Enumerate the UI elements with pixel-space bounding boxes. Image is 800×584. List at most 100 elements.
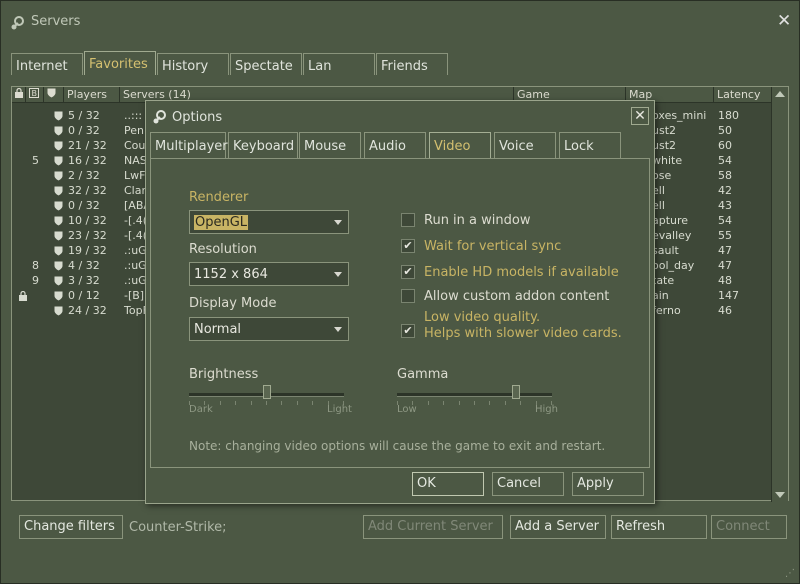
map-cell: sault bbox=[652, 244, 679, 257]
add-current-server-button[interactable]: Add Current Server bbox=[363, 515, 503, 539]
shield-icon bbox=[54, 216, 63, 226]
change-filters-button[interactable]: Change filters bbox=[19, 515, 123, 539]
tab-favorites[interactable]: Favorites bbox=[84, 51, 156, 75]
bot-column-header[interactable]: B bbox=[26, 87, 44, 103]
map-cell: evalley bbox=[652, 229, 692, 242]
tab-friends[interactable]: Friends bbox=[376, 53, 448, 75]
shield-icon bbox=[54, 306, 63, 316]
players-column-header[interactable]: Players bbox=[64, 87, 120, 103]
bot-count-cell: 9 bbox=[32, 274, 39, 287]
resolution-label: Resolution bbox=[189, 242, 257, 257]
shield-icon bbox=[54, 111, 63, 121]
hd-models-checkbox[interactable]: ✔ bbox=[401, 265, 415, 279]
server-name-cell: Cou bbox=[124, 139, 146, 152]
connect-button[interactable]: Connect bbox=[711, 515, 787, 539]
shield-icon bbox=[54, 291, 63, 301]
tab-video[interactable]: Video bbox=[429, 132, 491, 159]
latency-cell: 147 bbox=[718, 289, 739, 302]
gamma-min-label: Low bbox=[397, 404, 417, 415]
display-mode-select[interactable]: Normal bbox=[189, 317, 349, 341]
tab-history[interactable]: History bbox=[157, 53, 229, 75]
low-video-quality-checkbox[interactable]: ✔ bbox=[401, 324, 415, 338]
tab-keyboard[interactable]: Keyboard bbox=[228, 132, 298, 158]
refresh-button[interactable]: Refresh bbox=[611, 515, 707, 539]
slider-tick bbox=[220, 401, 221, 405]
gamma-slider[interactable] bbox=[397, 385, 552, 415]
chevron-down-icon bbox=[334, 220, 342, 225]
resolution-value: 1152 x 864 bbox=[194, 267, 268, 282]
resolution-select[interactable]: 1152 x 864 bbox=[189, 262, 349, 286]
run-in-window-checkbox[interactable] bbox=[401, 213, 415, 227]
tab-spectate[interactable]: Spectate bbox=[230, 53, 302, 75]
custom-addon-checkbox[interactable] bbox=[401, 289, 415, 303]
scroll-down-icon[interactable] bbox=[775, 492, 785, 498]
shield-icon bbox=[54, 156, 63, 166]
players-cell: 3 / 32 bbox=[68, 274, 100, 287]
map-cell: oxes_mini bbox=[652, 109, 707, 122]
brightness-label: Brightness bbox=[189, 367, 259, 382]
players-cell: 2 / 32 bbox=[68, 169, 100, 182]
latency-cell: 47 bbox=[718, 244, 732, 257]
players-cell: 10 / 32 bbox=[68, 214, 107, 227]
players-cell: 23 / 32 bbox=[68, 229, 107, 242]
latency-cell: 47 bbox=[718, 259, 732, 272]
lock-column-header[interactable] bbox=[12, 87, 26, 103]
tab-lan[interactable]: Lan bbox=[303, 53, 375, 75]
display-mode-label: Display Mode bbox=[189, 296, 277, 311]
steam-icon bbox=[153, 110, 166, 124]
players-cell: 0 / 12 bbox=[68, 289, 100, 302]
latency-cell: 55 bbox=[718, 229, 732, 242]
gamma-thumb[interactable] bbox=[512, 385, 520, 399]
apply-button[interactable]: Apply bbox=[572, 472, 644, 496]
tab-voice[interactable]: Voice bbox=[494, 132, 556, 158]
slider-tick bbox=[443, 401, 444, 405]
slider-tick bbox=[428, 401, 429, 405]
slider-tick bbox=[297, 401, 298, 405]
tab-audio[interactable]: Audio bbox=[364, 132, 426, 158]
scrollbar[interactable] bbox=[771, 87, 788, 502]
slider-tick bbox=[520, 401, 521, 405]
map-cell: apture bbox=[652, 214, 689, 227]
renderer-select[interactable]: OpenGL bbox=[189, 210, 349, 234]
shield-icon bbox=[54, 246, 63, 256]
map-cell: ust2 bbox=[652, 124, 677, 137]
latency-cell: 48 bbox=[718, 274, 732, 287]
latency-cell: 43 bbox=[718, 199, 732, 212]
tab-internet[interactable]: Internet bbox=[11, 53, 83, 75]
ok-button[interactable]: OK bbox=[412, 472, 484, 496]
slider-tick bbox=[251, 401, 252, 405]
map-cell: ferno bbox=[652, 304, 681, 317]
cancel-button[interactable]: Cancel bbox=[492, 472, 564, 496]
options-dialog: Options ✕ Multiplayer Keyboard Mouse Aud… bbox=[145, 100, 655, 504]
latency-column-header[interactable]: Latency bbox=[714, 87, 772, 103]
close-icon[interactable]: ✕ bbox=[777, 11, 791, 31]
renderer-value: OpenGL bbox=[194, 215, 249, 230]
tab-lock[interactable]: Lock bbox=[559, 132, 621, 158]
tab-mouse[interactable]: Mouse bbox=[299, 132, 361, 158]
vertical-sync-checkbox[interactable]: ✔ bbox=[401, 239, 415, 253]
latency-cell: 180 bbox=[718, 109, 739, 122]
custom-addon-label: Allow custom addon content bbox=[424, 289, 610, 304]
add-server-button[interactable]: Add a Server bbox=[510, 515, 606, 539]
latency-cell: 42 bbox=[718, 184, 732, 197]
players-cell: 32 / 32 bbox=[68, 184, 107, 197]
shield-icon bbox=[54, 126, 63, 136]
vertical-sync-label: Wait for vertical sync bbox=[424, 239, 562, 254]
brightness-min-label: Dark bbox=[189, 404, 213, 415]
tab-multiplayer[interactable]: Multiplayer bbox=[150, 132, 228, 158]
brightness-thumb[interactable] bbox=[263, 385, 271, 399]
lock-icon bbox=[15, 87, 23, 98]
low-video-quality-sublabel: Helps with slower video cards. bbox=[424, 326, 622, 341]
map-cell: tate bbox=[652, 274, 675, 287]
players-cell: 21 / 32 bbox=[68, 139, 107, 152]
gamma-max-label: High bbox=[535, 404, 558, 415]
map-cell: ust2 bbox=[652, 139, 677, 152]
secure-column-header[interactable] bbox=[44, 87, 64, 103]
gamma-label: Gamma bbox=[397, 367, 449, 382]
dialog-close-icon[interactable]: ✕ bbox=[631, 107, 649, 125]
scroll-up-icon[interactable] bbox=[775, 91, 785, 97]
slider-tick bbox=[505, 401, 506, 405]
server-name-cell: LwF bbox=[124, 169, 146, 182]
shield-icon bbox=[47, 88, 56, 98]
resize-grip-icon[interactable]: ⋰ bbox=[785, 568, 795, 579]
